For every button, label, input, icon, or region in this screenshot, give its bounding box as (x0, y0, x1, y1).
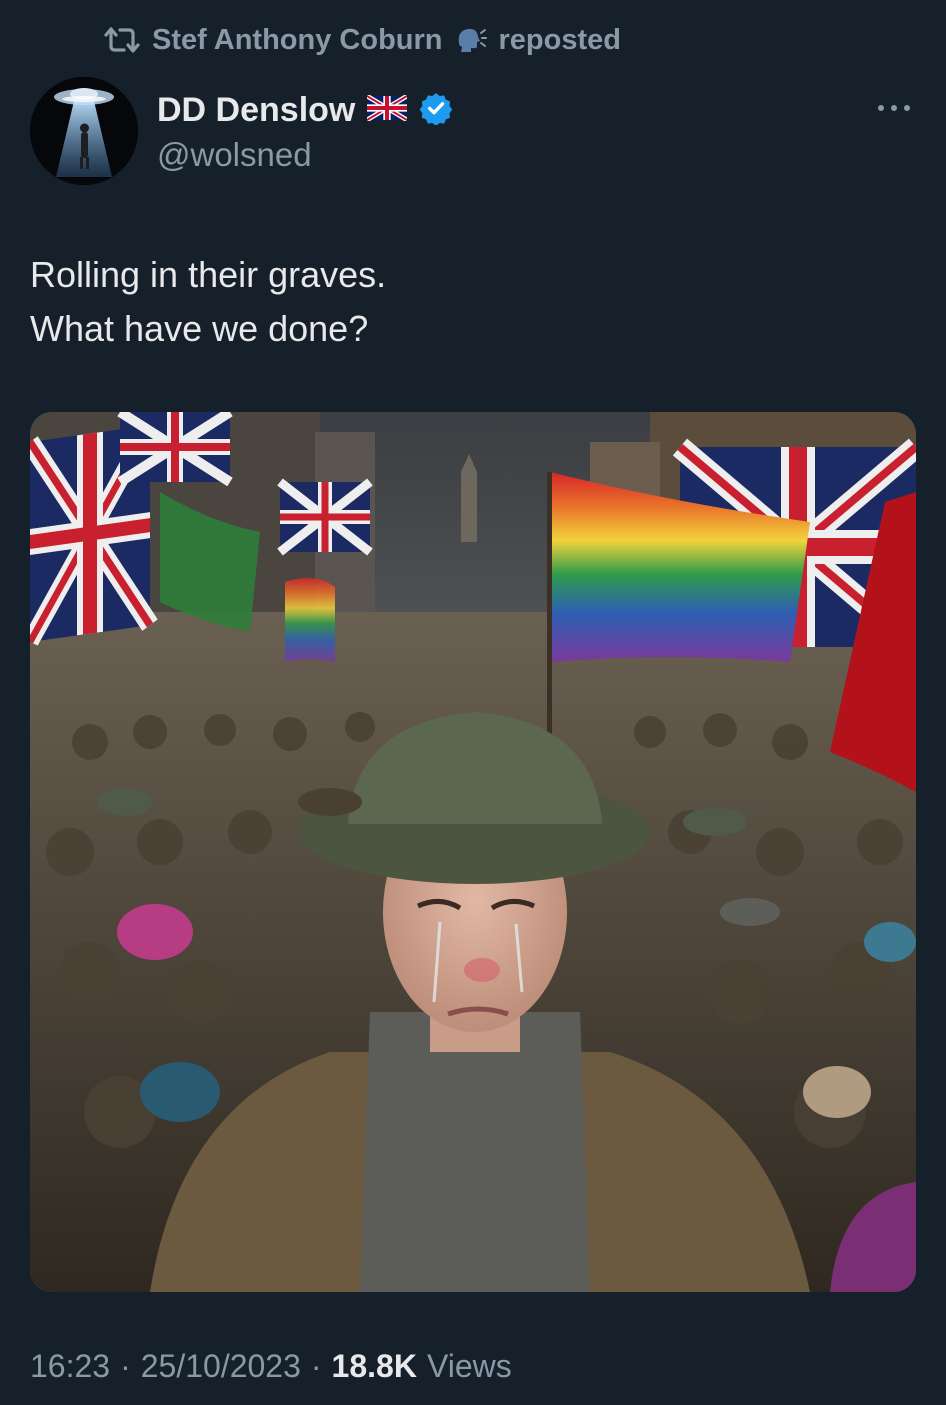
meta-separator: · (120, 1348, 131, 1384)
views-count[interactable]: 18.8K (332, 1348, 417, 1385)
views-label: Views (426, 1348, 512, 1384)
repost-user-name[interactable]: Stef Anthony Coburn (152, 24, 443, 57)
union-jack-flag-icon (366, 93, 409, 126)
ufo-abduction-avatar-image (30, 77, 138, 185)
avatar[interactable] (30, 77, 138, 185)
more-options-button[interactable] (876, 96, 912, 125)
verified-badge-icon[interactable] (419, 91, 453, 130)
meta-separator: · (310, 1348, 322, 1384)
author-handle[interactable]: @wolsned (157, 136, 453, 174)
speaking-head-icon (455, 25, 487, 55)
repost-header[interactable]: Stef Anthony Coburn reposted (104, 20, 621, 60)
tweet-text-line-2: What have we done? (30, 308, 369, 349)
repost-icon (104, 26, 140, 54)
tweet-text-line-1: Rolling in their graves. (30, 254, 387, 295)
crying-soldier-crowd-image (30, 412, 916, 1292)
tweet-meta: 16:23 · 25/10/2023 · 18.8K Views (30, 1348, 512, 1385)
tweet-time[interactable]: 16:23 (30, 1348, 110, 1385)
tweet-text: Rolling in their graves. What have we do… (30, 248, 910, 356)
tweet-date[interactable]: 25/10/2023 (141, 1348, 301, 1385)
author-info: DD Denslow @wolsned (157, 86, 453, 174)
more-dots-icon (878, 105, 910, 111)
tweet-media-image[interactable] (30, 412, 916, 1292)
author-display-name[interactable]: DD Denslow (157, 91, 355, 130)
repost-label: reposted (498, 23, 621, 56)
